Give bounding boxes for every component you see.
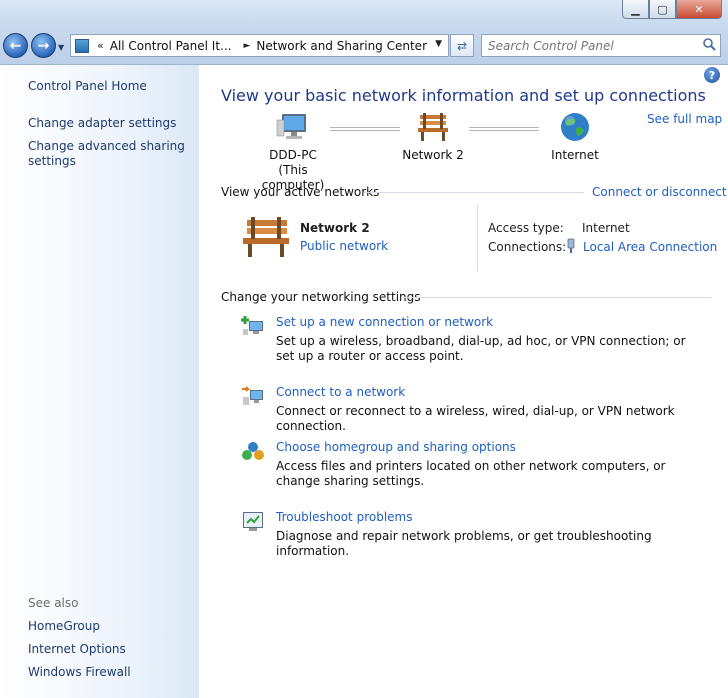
network-type-link[interactable]: Public network (300, 239, 388, 253)
task-homegroup: Choose homegroup and sharing options Acc… (221, 440, 721, 490)
ethernet-plug-icon (567, 238, 575, 253)
map-network-name: Network 2 (402, 148, 464, 162)
forward-button[interactable]: → (31, 33, 56, 58)
task-connect-network: Connect to a network Connect or reconnec… (221, 385, 721, 433)
refresh-button[interactable]: ⇄ (450, 34, 474, 57)
breadcrumb-network-sharing[interactable]: Network and Sharing Center (256, 39, 427, 53)
minimize-button[interactable]: ▁ (622, 0, 649, 19)
new-connection-icon (241, 316, 263, 335)
task-homegroup-desc: Access files and printers located on oth… (276, 459, 666, 488)
connect-network-icon (242, 386, 263, 405)
search-input[interactable] (482, 35, 692, 56)
task-new-connection: Set up a new connection or network Set u… (221, 315, 721, 365)
troubleshoot-icon (243, 512, 263, 531)
sidebar-item-control-panel-home[interactable]: Control Panel Home (28, 79, 147, 94)
sidebar-item-change-adapter-settings[interactable]: Change adapter settings (28, 116, 176, 131)
access-type-value: Internet (582, 221, 630, 235)
map-connector-line (469, 127, 539, 131)
help-icon: ? (708, 68, 716, 82)
bench-icon (243, 217, 289, 257)
globe-icon (561, 113, 589, 141)
local-area-connection-link[interactable]: Local Area Connection (583, 240, 717, 254)
address-bar[interactable]: « All Control Panel It... ► Network and … (70, 34, 449, 57)
back-button[interactable]: ← (3, 33, 28, 58)
section-divider (364, 192, 584, 193)
task-troubleshoot: Troubleshoot problems Diagnose and repai… (221, 510, 721, 558)
vertical-divider (477, 205, 478, 271)
see-also-homegroup[interactable]: HomeGroup (28, 619, 100, 634)
sidebar-item-change-advanced-sharing[interactable]: Change advanced sharing settings (28, 139, 188, 169)
see-also-heading: See also (28, 596, 79, 610)
address-dropdown-icon[interactable]: ▼ (435, 39, 442, 49)
see-also-windows-firewall[interactable]: Windows Firewall (28, 665, 131, 680)
maximize-button[interactable]: ▢ (649, 0, 676, 19)
window-controls: ▁ ▢ ✕ (622, 0, 722, 20)
see-full-map-link[interactable]: See full map (647, 112, 722, 126)
active-networks-heading: View your active networks (221, 185, 380, 199)
networking-settings-heading: Change your networking settings (221, 290, 421, 304)
page-title: View your basic network information and … (221, 86, 706, 105)
homegroup-icon (242, 442, 264, 460)
forward-arrow-icon: → (37, 37, 50, 54)
see-also-internet-options[interactable]: Internet Options (28, 642, 126, 657)
back-arrow-icon: ← (9, 37, 22, 54)
main-content: ? View your basic network information an… (199, 65, 728, 698)
section-divider (404, 297, 712, 298)
task-troubleshoot-desc: Diagnose and repair network problems, or… (276, 529, 652, 558)
breadcrumb-all-control-panel[interactable]: All Control Panel It... (110, 39, 232, 53)
task-homegroup-link[interactable]: Choose homegroup and sharing options (276, 440, 516, 454)
recent-pages-dropdown[interactable]: ▼ (58, 43, 64, 52)
title-bar: ▁ ▢ ✕ (0, 0, 728, 28)
address-overflow-chevron[interactable]: « (97, 39, 104, 52)
task-new-connection-desc: Set up a wireless, broadband, dial-up, a… (276, 334, 686, 363)
map-connector-line (330, 127, 400, 131)
access-type-label: Access type: (488, 221, 564, 235)
navigation-bar: ← → ▼ « All Control Panel It... ► Networ… (0, 28, 728, 65)
computer-icon (276, 114, 306, 139)
control-panel-icon (75, 38, 89, 53)
map-internet[interactable]: Internet (535, 111, 615, 163)
map-computer: DDD-PC (This computer) (248, 111, 338, 193)
task-new-connection-link[interactable]: Set up a new connection or network (276, 315, 493, 329)
close-button[interactable]: ✕ (676, 0, 722, 19)
sidebar: Control Panel Home Change adapter settin… (0, 65, 199, 698)
task-troubleshoot-link[interactable]: Troubleshoot problems (276, 510, 412, 524)
help-button[interactable]: ? (704, 67, 720, 83)
connect-or-disconnect-link[interactable]: Connect or disconnect (592, 185, 727, 199)
connections-label: Connections: (488, 240, 567, 254)
map-network[interactable]: Network 2 (393, 111, 473, 163)
bench-icon (418, 113, 448, 141)
computer-name: DDD-PC (269, 148, 317, 162)
task-connect-network-link[interactable]: Connect to a network (276, 385, 405, 399)
task-connect-network-desc: Connect or reconnect to a wireless, wire… (276, 404, 675, 433)
search-icon[interactable] (702, 37, 716, 51)
search-box[interactable] (481, 34, 721, 57)
active-network-name: Network 2 (300, 221, 370, 235)
refresh-icon: ⇄ (456, 38, 468, 53)
breadcrumb-separator[interactable]: ► (244, 41, 251, 51)
map-internet-name: Internet (551, 148, 599, 162)
